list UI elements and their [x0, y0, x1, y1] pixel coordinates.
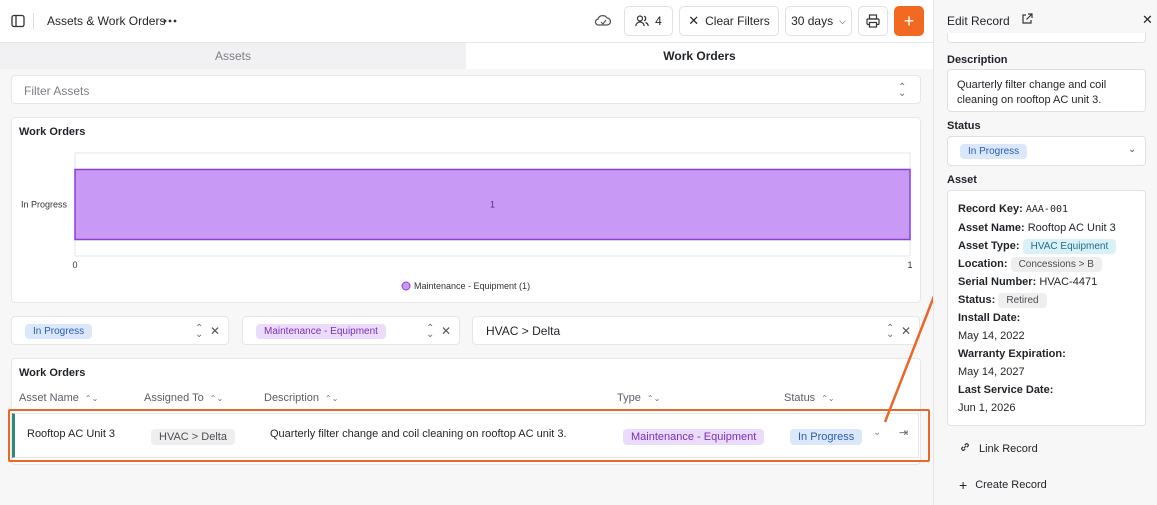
asset-name-row: Asset Name: Rooftop AC Unit 3 [958, 222, 1116, 234]
last-service-label: Last Service Date: [958, 384, 1054, 396]
record-key-value: AAA-001 [1025, 204, 1069, 215]
install-date-label: Install Date: [958, 312, 1021, 324]
panel-title: Edit Record [947, 14, 1010, 28]
status-label: Status [947, 120, 981, 132]
location-row: Location: Concessions > B [958, 257, 1102, 272]
location-chip: Concessions > B [1010, 257, 1102, 272]
warranty-label: Warranty Expiration: [958, 348, 1066, 360]
asset-status-label: Status: [958, 294, 996, 306]
description-field[interactable]: Quarterly filter change and coil cleanin… [947, 69, 1146, 112]
asset-label: Asset [947, 174, 977, 186]
close-panel-icon[interactable]: ✕ [1142, 12, 1153, 28]
record-key-row: Record Key: AAA-001 [958, 203, 1068, 215]
link-record-label: Link Record [979, 442, 1038, 455]
warranty-value: May 14, 2027 [958, 366, 1025, 378]
location-label: Location: [958, 258, 1008, 270]
serial-value: HVAC-4471 [1039, 276, 1098, 288]
install-date-value: May 14, 2022 [958, 330, 1025, 342]
asset-name-value: Rooftop AC Unit 3 [1027, 222, 1116, 234]
asset-details-card: Record Key: AAA-001 Asset Name: Rooftop … [947, 190, 1146, 426]
create-record-button[interactable]: + Create Record [959, 477, 1047, 493]
create-record-label: Create Record [975, 479, 1047, 491]
record-key-label: Record Key: [958, 203, 1023, 215]
status-select[interactable]: In Progress ⌄ [947, 136, 1146, 166]
asset-type-label: Asset Type: [958, 240, 1020, 252]
link-record-button[interactable]: Link Record [959, 441, 1038, 456]
asset-type-row: Asset Type: HVAC Equipment [958, 239, 1117, 254]
plus-icon: + [959, 477, 968, 493]
link-icon [959, 441, 971, 456]
open-external-icon[interactable] [1021, 13, 1033, 28]
chevron-down-icon: ⌄ [1128, 144, 1137, 155]
asset-status-chip: Retired [998, 293, 1047, 308]
previous-field-box [947, 33, 1146, 43]
description-label: Description [947, 54, 1008, 66]
description-value: Quarterly filter change and coil cleanin… [957, 79, 1107, 106]
asset-status-row: Status: Retired [958, 293, 1047, 308]
status-value-chip: In Progress [960, 144, 1028, 159]
edit-record-panel: Edit Record ✕ Description Quarterly filt… [933, 0, 1157, 505]
asset-type-chip: HVAC Equipment [1022, 239, 1117, 254]
serial-label: Serial Number: [958, 276, 1037, 288]
asset-name-label: Asset Name: [958, 222, 1025, 234]
serial-row: Serial Number: HVAC-4471 [958, 276, 1097, 288]
last-service-value: Jun 1, 2026 [958, 402, 1016, 414]
